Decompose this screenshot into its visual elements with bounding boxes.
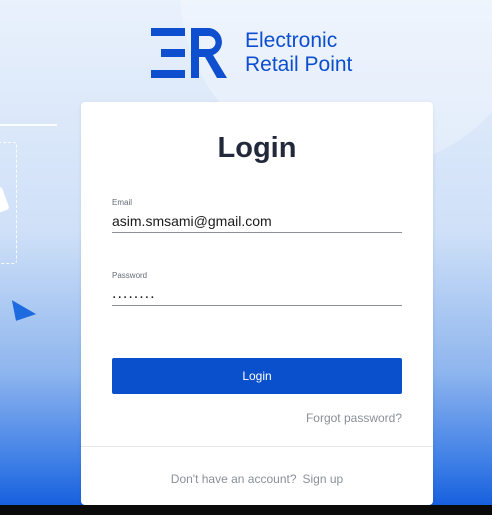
- login-page: Electronic Retail Point Login Email Pass…: [0, 0, 492, 515]
- email-field[interactable]: [112, 210, 402, 233]
- brand-name-line2: Retail Point: [245, 53, 353, 76]
- password-field[interactable]: [112, 283, 402, 306]
- background-arrow-shape: [3, 300, 37, 328]
- forgot-password-link[interactable]: Forgot password?: [306, 411, 402, 425]
- password-label: Password: [112, 271, 148, 280]
- card-divider: [81, 446, 433, 447]
- brand-logo: Electronic Retail Point: [151, 28, 352, 78]
- background-line: [0, 124, 57, 126]
- login-title: Login: [217, 132, 297, 164]
- email-label: Email: [112, 198, 133, 207]
- bottom-bar: [0, 505, 492, 515]
- signup-row: Don't have an account? Sign up: [81, 472, 433, 486]
- er-logo-icon: [151, 28, 227, 78]
- signup-link[interactable]: Sign up: [303, 472, 344, 486]
- login-card: Login Email Password Login Forgot passwo…: [81, 102, 433, 505]
- no-account-text: Don't have an account?: [170, 472, 297, 486]
- brand-name: Electronic Retail Point: [245, 29, 352, 77]
- brand-name-line1: Electronic: [245, 29, 338, 52]
- login-button[interactable]: Login: [112, 358, 402, 394]
